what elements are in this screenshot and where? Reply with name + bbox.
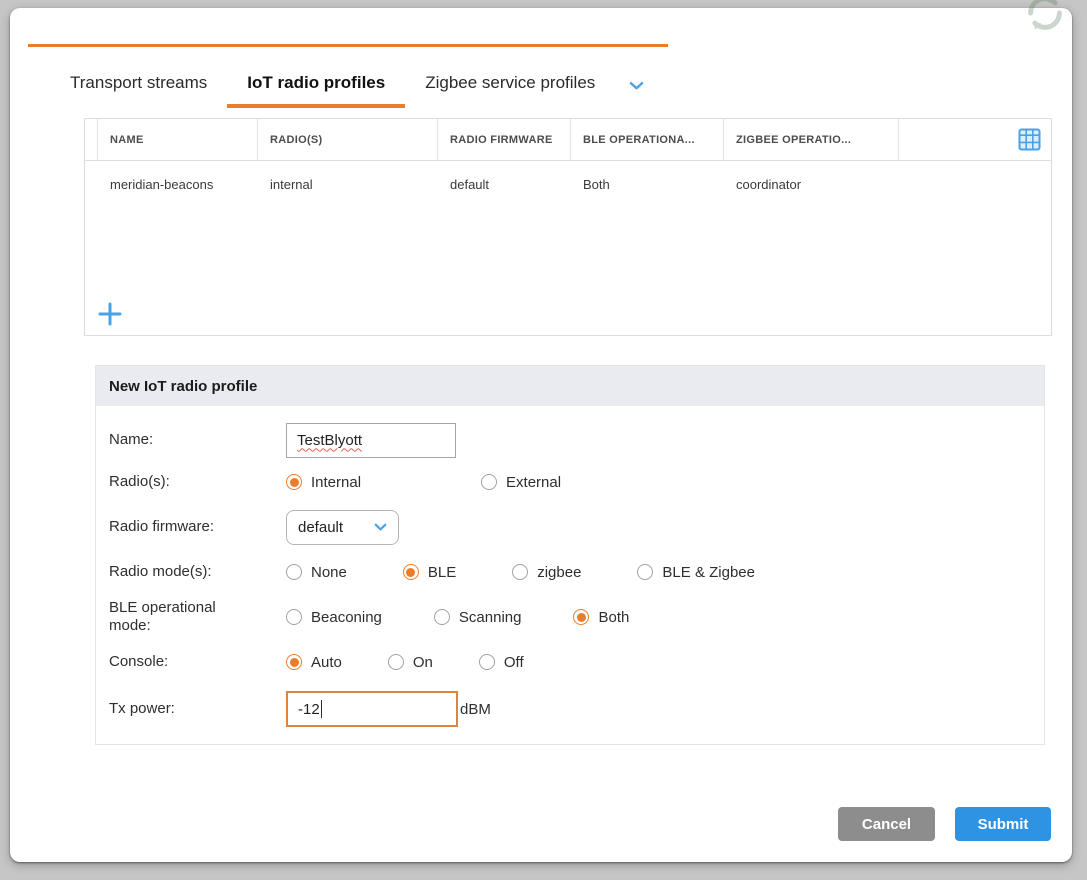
name-input-value: TestBlyott — [297, 432, 362, 449]
chevron-down-icon[interactable] — [629, 81, 644, 91]
radio-unselected-icon — [481, 474, 497, 490]
form-title: New IoT radio profile — [96, 366, 1044, 406]
radio-unselected-icon — [286, 564, 302, 580]
column-header-name[interactable]: NAME — [98, 119, 258, 160]
add-profile-button[interactable] — [95, 299, 125, 329]
column-header-zigbee-operational[interactable]: ZIGBEE OPERATIO... — [724, 119, 899, 160]
console-off[interactable]: Off — [479, 654, 524, 671]
text-cursor — [321, 700, 323, 718]
ble-mode-beaconing[interactable]: Beaconing — [286, 609, 382, 626]
ble-operational-mode-group: Beaconing Scanning Both — [286, 609, 629, 626]
header-icon-cell — [899, 119, 1051, 160]
tx-power-input[interactable]: -12 — [286, 691, 458, 727]
radio-selected-icon — [573, 609, 589, 625]
radio-unselected-icon — [479, 654, 495, 670]
console-on[interactable]: On — [388, 654, 433, 671]
radio-selected-icon — [286, 474, 302, 490]
radio-selected-icon — [286, 654, 302, 670]
radios-label: Radio(s): — [109, 473, 286, 491]
radio-unselected-icon — [286, 609, 302, 625]
radio-mode-ble[interactable]: BLE — [403, 564, 456, 581]
page-background: Transport streams IoT radio profiles Zig… — [0, 0, 1087, 880]
submit-button[interactable]: Submit — [955, 807, 1051, 841]
radio-firmware-value: default — [298, 519, 343, 536]
radios-group: Internal External — [286, 474, 561, 491]
column-header-radios[interactable]: RADIO(S) — [258, 119, 438, 160]
radio-selected-icon — [403, 564, 419, 580]
profiles-table: NAME RADIO(S) RADIO FIRMWARE BLE OPERATI… — [84, 118, 1052, 336]
cell-radio-firmware: default — [438, 177, 571, 192]
cell-radios: internal — [258, 177, 438, 192]
console-label: Console: — [109, 653, 286, 671]
top-orange-rule — [28, 44, 668, 47]
plus-icon — [97, 301, 123, 327]
tx-power-unit: dBM — [460, 701, 491, 718]
radio-firmware-label: Radio firmware: — [109, 518, 286, 536]
ble-operational-mode-label: BLE operational mode: — [109, 599, 286, 635]
tab-iot-radio-profiles[interactable]: IoT radio profiles — [227, 62, 405, 108]
radio-modes-label: Radio mode(s): — [109, 563, 286, 581]
column-settings-grid-icon[interactable] — [1018, 128, 1041, 151]
radio-unselected-icon — [512, 564, 528, 580]
radio-unselected-icon — [388, 654, 404, 670]
cell-name: meridian-beacons — [98, 177, 258, 192]
radio-unselected-icon — [637, 564, 653, 580]
console-auto[interactable]: Auto — [286, 654, 342, 671]
tx-power-label: Tx power: — [109, 700, 286, 718]
tab-zigbee-service-profiles[interactable]: Zigbee service profiles — [405, 62, 615, 108]
iot-config-panel: Transport streams IoT radio profiles Zig… — [10, 8, 1072, 862]
radio-unselected-icon — [434, 609, 450, 625]
console-group: Auto On Off — [286, 654, 524, 671]
name-input[interactable]: TestBlyott — [286, 423, 456, 458]
radio-internal[interactable]: Internal — [286, 474, 361, 491]
table-row[interactable]: meridian-beacons internal default Both c… — [85, 161, 1051, 207]
radio-mode-zigbee[interactable]: zigbee — [512, 564, 581, 581]
tx-power-value: -12 — [298, 701, 320, 718]
radio-external[interactable]: External — [481, 474, 561, 491]
tab-transport-streams[interactable]: Transport streams — [50, 62, 227, 108]
cell-zigbee-operational-mode: coordinator — [724, 177, 899, 192]
cancel-button[interactable]: Cancel — [838, 807, 935, 841]
radio-modes-group: None BLE zigbee BLE & Zigbee — [286, 564, 755, 581]
radio-mode-none[interactable]: None — [286, 564, 347, 581]
form-actions: Cancel Submit — [838, 807, 1051, 841]
chevron-down-icon — [374, 523, 387, 532]
header-gutter — [85, 119, 98, 160]
radio-mode-ble-zigbee[interactable]: BLE & Zigbee — [637, 564, 755, 581]
new-profile-form: New IoT radio profile Name: TestBlyott R… — [95, 365, 1045, 745]
profiles-table-header: NAME RADIO(S) RADIO FIRMWARE BLE OPERATI… — [85, 119, 1051, 161]
ble-mode-scanning[interactable]: Scanning — [434, 609, 522, 626]
cell-ble-operational-mode: Both — [571, 177, 724, 192]
tab-bar: Transport streams IoT radio profiles Zig… — [50, 62, 644, 108]
column-header-ble-operational[interactable]: BLE OPERATIONA... — [571, 119, 724, 160]
column-header-radio-firmware[interactable]: RADIO FIRMWARE — [438, 119, 571, 160]
name-label: Name: — [109, 431, 286, 449]
ble-mode-both[interactable]: Both — [573, 609, 629, 626]
radio-firmware-select[interactable]: default — [286, 510, 399, 545]
